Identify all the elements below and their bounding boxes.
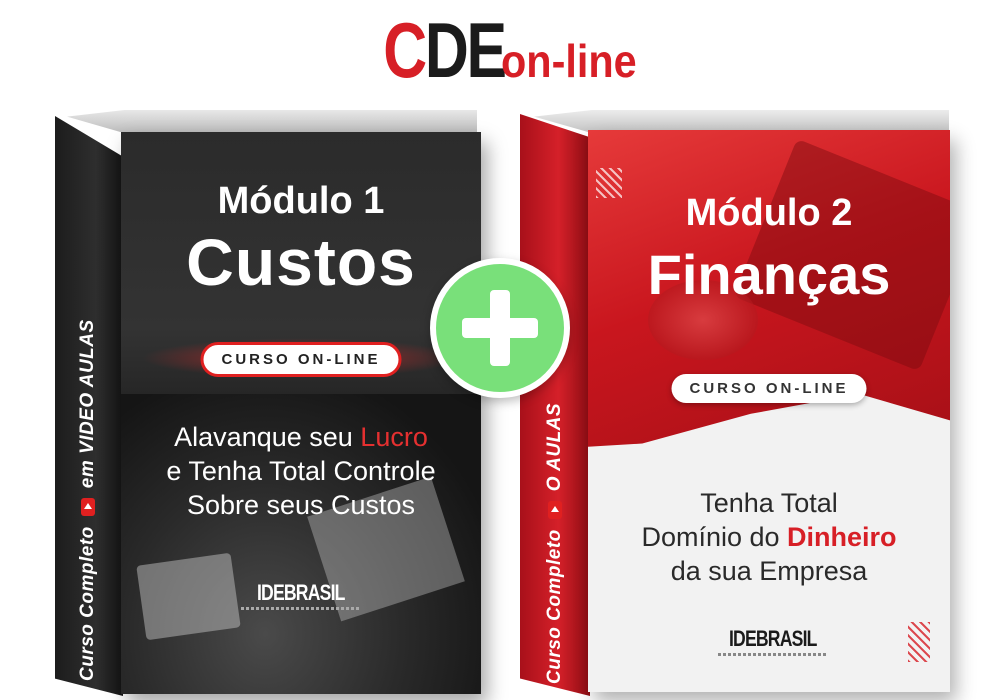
spine-text: Curso Completo em VIDEO AULAS — [77, 319, 99, 681]
module-label: Módulo 1 — [217, 180, 385, 222]
box-front: Módulo 1 Custos CURSO ON-LINE Alavanque … — [121, 132, 481, 694]
tagline-line-1: Alavanque seu Lucro — [121, 420, 481, 454]
module-label: Módulo 2 — [685, 192, 853, 234]
tagline-line-1: Tenha Total — [700, 488, 838, 518]
spine-label-video: O AULAS — [544, 402, 565, 492]
box-top-edge — [67, 110, 477, 132]
course-online-badge: CURSO ON-LINE — [671, 374, 867, 403]
box-spine: Curso Completo O AULAS — [520, 114, 590, 696]
tagline-prefix: Alavanque seu — [174, 422, 361, 452]
brand-name: IDEBRASIL — [729, 626, 817, 651]
plus-icon — [430, 258, 570, 398]
play-icon — [80, 498, 95, 517]
idebrasil-logo: IDEBRASIL — [241, 580, 361, 610]
decor-stripes — [908, 622, 930, 662]
tagline-line-3: da sua Empresa — [670, 556, 868, 586]
tagline-prefix: Domínio do — [641, 522, 788, 552]
tagline-highlight: Lucro — [360, 422, 428, 452]
tagline: Tenha Total Domínio do Dinheiro da sua E… — [588, 486, 950, 588]
brand-name: IDEBRASIL — [257, 580, 345, 605]
spine-label-video: em VIDEO AULAS — [77, 319, 98, 489]
cde-online-logo: CDE on-line — [0, 8, 1000, 92]
module-name: Custos — [186, 225, 416, 299]
logo-de: DE — [424, 6, 506, 94]
brand-subtitle-line — [718, 653, 828, 656]
brand-subtitle-line — [241, 607, 361, 610]
course-online-badge: CURSO ON-LINE — [200, 342, 402, 377]
module-name: Finanças — [647, 243, 891, 306]
tagline-line-2: Domínio do Dinheiro — [588, 520, 950, 554]
tagline-line-2: e Tenha Total Controle — [166, 456, 436, 486]
logo-cde: CDE — [382, 6, 507, 94]
spine-text: Curso Completo O AULAS — [544, 403, 566, 684]
box-front: Módulo 2 Finanças CURSO ON-LINE Tenha To… — [588, 130, 950, 692]
tagline-line-3: Sobre seus Custos — [186, 490, 416, 520]
box-spine: Curso Completo em VIDEO AULAS — [55, 116, 123, 696]
box-top-edge — [534, 110, 949, 132]
spine-label-course: Curso Completo — [544, 529, 565, 684]
logo-c: C — [382, 6, 427, 94]
calculator-image — [136, 552, 241, 641]
play-icon — [547, 501, 562, 520]
idebrasil-logo: IDEBRASIL — [718, 626, 828, 656]
product-box-financas[interactable]: Curso Completo O AULAS Módulo 2 Finanças … — [520, 110, 960, 700]
tagline-highlight: Dinheiro — [787, 522, 897, 552]
spine-label-course: Curso Completo — [77, 526, 98, 681]
product-box-custos[interactable]: Curso Completo em VIDEO AULAS Módulo 1 Cu… — [55, 110, 485, 700]
logo-online: on-line — [500, 35, 637, 87]
tagline: Alavanque seu Lucro e Tenha Total Contro… — [121, 420, 481, 522]
